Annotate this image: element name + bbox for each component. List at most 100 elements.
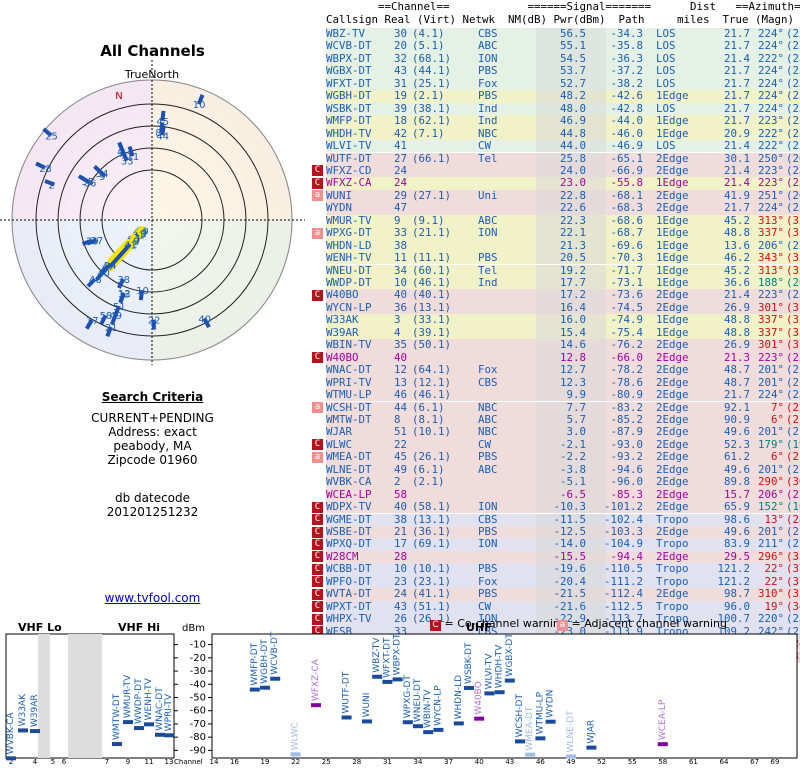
station-label: WBZ-TV: [372, 637, 382, 673]
station-label: WCVB-DT: [270, 631, 280, 675]
cell-mag: (21°): [786, 450, 800, 464]
tvfool-link[interactable]: www.tvfool.com: [0, 591, 305, 605]
x-tick-label: 19: [261, 758, 270, 766]
cell-pwr: -42.6: [610, 89, 643, 103]
cell-path: 1Edge: [656, 313, 689, 327]
cell-path: 2Edge: [656, 475, 689, 489]
cell-pwr: -70.3: [610, 251, 643, 265]
cell-virt: (66.1): [412, 151, 452, 165]
signal-bar: [515, 739, 525, 744]
cell-dist: 48.8: [723, 226, 750, 240]
table-row: W40BO 40 (40.1) 17.2 -73.6 2Edge 21.4 223°(238°…: [326, 288, 800, 302]
cell-net: Fox: [478, 363, 498, 377]
x-tick-label: 55: [628, 758, 637, 766]
station-label: WUNI: [362, 693, 372, 718]
cell-dist: 98.7: [723, 587, 750, 601]
cell-nm: 22.1: [559, 226, 586, 240]
cell-net: CBS: [478, 375, 498, 389]
cell-dist: 21.4: [723, 288, 750, 302]
signal-bar: [566, 754, 576, 759]
station-label: WBIN-TV: [423, 689, 433, 728]
true-north-label: TrueNorth: [124, 68, 179, 81]
cell-real: 10: [394, 562, 408, 576]
adjacent-channel-warning-icon: a: [312, 402, 323, 413]
cell-real: 45: [394, 450, 408, 464]
cell-net: PBS: [478, 450, 498, 464]
search-criteria-title: Search Criteria: [101, 390, 204, 404]
cell-az: 223°: [757, 114, 784, 128]
cell-mag: (239°): [786, 388, 800, 402]
cell-call: W33AK: [326, 313, 359, 327]
cell-az: 152°: [757, 500, 784, 514]
x-tick-label: 5: [51, 758, 55, 766]
cell-path: 2Edge: [656, 388, 689, 402]
station-label: WTMU-LP: [535, 691, 545, 734]
left-panel: All Channels TrueNorthN30203243311939184…: [0, 0, 305, 620]
signal-bar: [341, 715, 352, 720]
cell-az: 337°: [757, 313, 784, 327]
cell-pwr: -55.8: [610, 176, 643, 190]
cell-real: 51: [394, 425, 408, 439]
cell-net: PBS: [478, 562, 498, 576]
cell-path: Tropo: [656, 537, 689, 551]
cell-path: 2Edge: [656, 425, 689, 439]
signal-channel-label: 13: [118, 289, 131, 300]
cell-real: 18: [394, 114, 408, 128]
signal-bar: [112, 742, 122, 747]
co-channel-warning-icon: C: [312, 177, 323, 189]
signal-bar: [504, 678, 515, 683]
cell-az: 337°: [757, 226, 784, 240]
signal-bar: [474, 716, 485, 721]
signal-bar: [392, 677, 403, 682]
db-datecode-label: db datecode: [114, 491, 191, 505]
cell-nm: -10.3: [553, 500, 586, 514]
cell-path: 1Edge: [656, 251, 689, 265]
x-tick-label: 34: [414, 758, 423, 766]
db-datecode-value: 201201251232: [106, 505, 199, 519]
cell-nm: 22.6: [559, 201, 586, 215]
signal-bar: [6, 756, 16, 761]
cell-path: 2Edge: [656, 450, 689, 464]
cell-net: PBS: [478, 251, 498, 265]
cell-call: WJAR: [326, 425, 353, 439]
cell-call: WLVI-TV: [326, 139, 372, 153]
cell-mag: (238°): [786, 176, 800, 190]
station-label: WBPX-DT: [393, 633, 403, 675]
cell-az: 224°: [757, 64, 784, 78]
vhf-hi-label: VHF Hi: [118, 621, 160, 634]
cell-mag: (352°): [786, 226, 800, 240]
table-row: WCBB-DT 10 (10.1) PBS -19.6 -110.5 Tropo 121.2 2…: [326, 562, 800, 576]
station-label: WYDN: [546, 690, 556, 718]
cell-path: LOS: [656, 39, 676, 53]
adjacent-channel-warning-icon: a: [312, 190, 323, 202]
signal-bar: [586, 745, 597, 750]
cell-az: 343°: [757, 251, 784, 265]
cell-pwr: -73.6: [610, 288, 643, 302]
station-label: WCEA-LP: [658, 699, 668, 740]
cell-virt: (26.1): [412, 450, 452, 464]
cell-path: LOS: [656, 64, 676, 78]
co-channel-warning-icon: C: [312, 526, 323, 538]
table-row: WFXZ-CA 24 23.0 -55.8 1Edge 21.4 223°(238°): [326, 176, 800, 190]
cell-az: 222°: [757, 139, 784, 153]
cell-pwr: -68.7: [610, 226, 643, 240]
cell-az: 223°: [757, 288, 784, 302]
cell-path: 2Edge: [656, 288, 689, 302]
signal-channel-label: 28: [39, 164, 52, 175]
cell-nm: 12.7: [559, 363, 586, 377]
cell-dist: 21.7: [723, 39, 750, 53]
signal-bar: [164, 733, 174, 738]
y-tick-label: -80: [190, 732, 206, 743]
cell-net: Ind: [478, 114, 498, 128]
station-label: WLNE-DT: [566, 710, 576, 753]
signal-channel-label: 4: [117, 148, 123, 159]
signal-bar: [18, 728, 28, 733]
cell-real: 11: [394, 251, 408, 265]
x-axis-label: Channel: [174, 758, 203, 766]
signal-channel-label: 29: [86, 237, 99, 248]
cell-path: 1Edge: [656, 89, 689, 103]
co-channel-warning-icon: C: [312, 563, 323, 575]
cell-pwr: -93.2: [610, 450, 643, 464]
station-label: WENH-TV: [144, 677, 154, 720]
co-channel-warning-icon: C: [312, 439, 323, 451]
